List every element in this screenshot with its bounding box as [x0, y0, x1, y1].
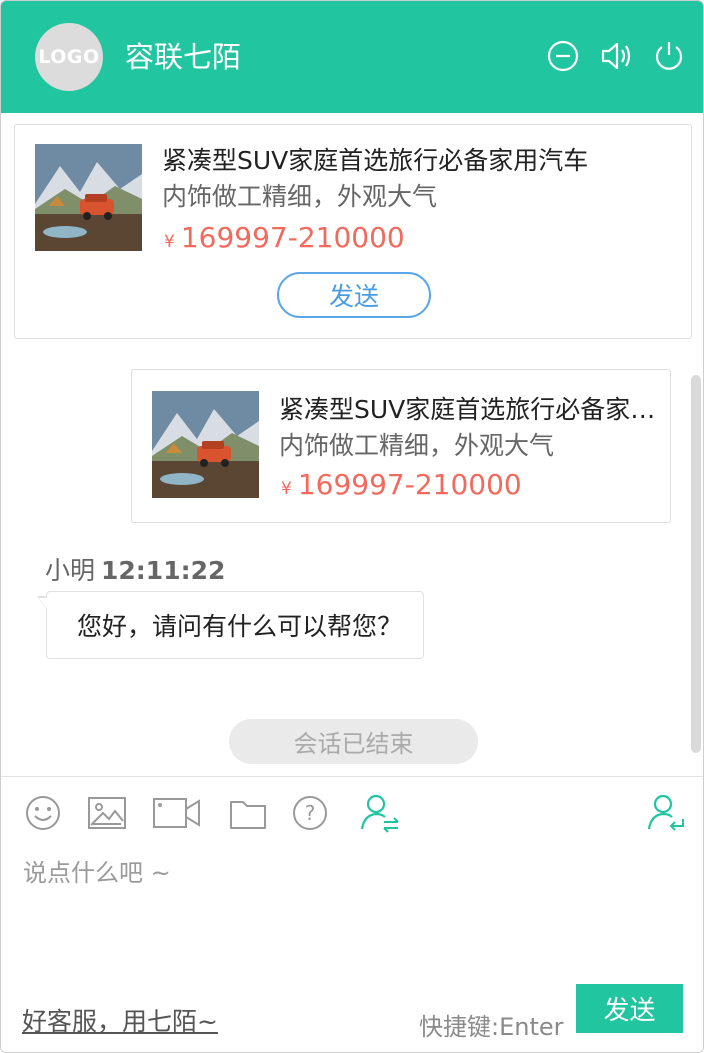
chat-area[interactable]: 紧凑型SUV家庭首选旅行必备家用汽车 内饰做工精细，外观大气 ¥169997-2…: [1, 113, 703, 776]
product-subtitle: 内饰做工精细，外观大气: [279, 431, 555, 460]
session-ended-badge: 会话已结束: [229, 719, 478, 764]
message-text: 您好，请问有什么可以帮您？: [77, 612, 403, 641]
message-input[interactable]: 说点什么吧 ~: [23, 853, 171, 888]
product-price: ¥169997-210000: [164, 221, 405, 254]
folder-icon[interactable]: [228, 793, 268, 833]
shortcut-hint: 快捷键:Enter: [419, 1013, 564, 1041]
transfer-agent-icon[interactable]: [358, 793, 402, 833]
speaker-icon[interactable]: [599, 39, 633, 73]
emoji-icon[interactable]: [23, 793, 63, 833]
product-subtitle: 内饰做工精细，外观大气: [162, 182, 438, 211]
header-bar: LOGO 容联七陌: [1, 1, 703, 113]
price-value: 169997-210000: [297, 468, 522, 501]
chat-scrollbar[interactable]: [691, 375, 701, 753]
message-bubble: 您好，请问有什么可以帮您？: [46, 591, 424, 659]
minimize-icon[interactable]: [546, 39, 580, 73]
product-title: 紧凑型SUV家庭首选旅行必备家用汽车: [162, 146, 589, 175]
input-area: ? 说点什么吧 ~ 好客服，用七陌~ 快捷键:Enter 发送: [1, 776, 703, 1052]
send-button[interactable]: 发送: [576, 984, 683, 1033]
app-title: 容联七陌: [125, 40, 242, 74]
product-card: 紧凑型SUV家庭首选旅行必备家用汽车 内饰做工精细，外观大气 ¥169997-2…: [14, 124, 692, 339]
send-product-button[interactable]: 发送: [277, 272, 431, 318]
product-title: 紧凑型SUV家庭首选旅行必备家用汽车: [279, 395, 664, 424]
brand-link[interactable]: 好客服，用七陌~: [22, 1002, 218, 1038]
help-icon[interactable]: ?: [290, 793, 330, 833]
currency-symbol: ¥: [164, 232, 175, 252]
message-meta: 小明 12:11:22: [45, 551, 225, 587]
video-icon[interactable]: [152, 793, 202, 833]
svg-text:?: ?: [305, 801, 316, 825]
product-price: ¥169997-210000: [281, 468, 522, 501]
bubble-tail-inner: [39, 598, 47, 609]
return-agent-icon[interactable]: [643, 793, 687, 833]
price-value: 169997-210000: [180, 221, 405, 254]
power-icon[interactable]: [652, 39, 686, 73]
message-time: 12:11:22: [101, 556, 226, 585]
currency-symbol: ¥: [281, 479, 292, 499]
sent-product-card[interactable]: 紧凑型SUV家庭首选旅行必备家用汽车 内饰做工精细，外观大气 ¥169997-2…: [131, 369, 671, 523]
product-thumbnail: [35, 144, 142, 251]
product-thumbnail: [152, 391, 259, 498]
image-icon[interactable]: [87, 793, 127, 833]
logo: LOGO: [35, 23, 103, 91]
chat-window: LOGO 容联七陌 紧凑型SUV家庭首选旅行必备家用汽车 内饰做工精细，外观大气…: [0, 0, 704, 1053]
sender-name: 小明: [45, 556, 96, 585]
